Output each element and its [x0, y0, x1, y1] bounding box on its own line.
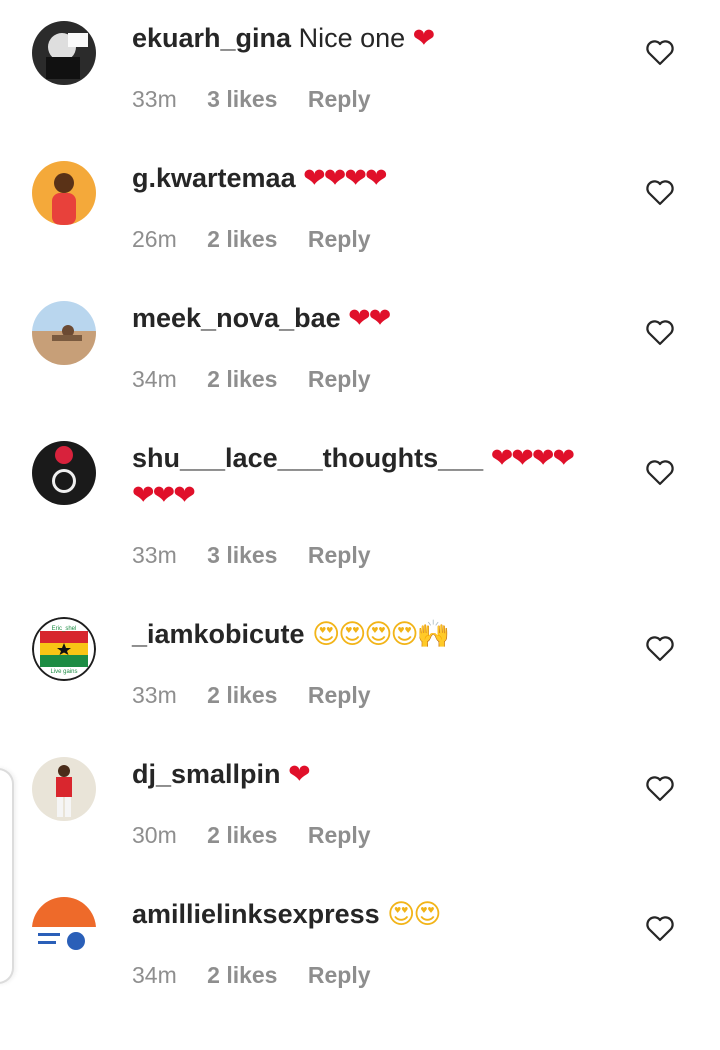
- avatar-photo-icon: [32, 441, 96, 505]
- avatar-text-bottom: Live gains: [50, 669, 77, 675]
- reply-button[interactable]: Reply: [308, 86, 371, 113]
- heart-emoji: ❤: [412, 23, 436, 54]
- heart-outline-icon[interactable]: [645, 774, 675, 802]
- heart-outline-icon[interactable]: [645, 634, 675, 662]
- comment-username[interactable]: dj_smallpin: [132, 759, 281, 789]
- reply-button[interactable]: Reply: [308, 542, 371, 569]
- avatar[interactable]: [32, 161, 96, 225]
- avatar-photo-icon: [32, 21, 96, 85]
- comment-likes[interactable]: 2 likes: [207, 226, 277, 253]
- avatar-photo-icon: [32, 301, 96, 365]
- comment-username[interactable]: meek_nova_bae: [132, 303, 341, 333]
- comment-meta: 30m 2 likes Reply: [132, 822, 371, 849]
- avatar[interactable]: [32, 301, 96, 365]
- comment-username[interactable]: g.kwartemaa: [132, 163, 296, 193]
- heart-emoji: ❤❤: [348, 303, 391, 334]
- comment-likes[interactable]: 2 likes: [207, 962, 277, 989]
- comment-meta: 26m 2 likes Reply: [132, 226, 371, 253]
- avatar[interactable]: Eric_shel Live gains: [32, 617, 96, 681]
- comment-username[interactable]: shu___lace___thoughts___: [132, 443, 483, 473]
- avatar[interactable]: [32, 897, 96, 961]
- avatar-photo-icon: [32, 757, 96, 821]
- avatar[interactable]: [32, 441, 96, 505]
- comment-meta: 34m 2 likes Reply: [132, 366, 371, 393]
- avatar-delivery-icon: [32, 897, 96, 961]
- comment-username[interactable]: amillielinksexpress: [132, 899, 380, 929]
- heart-eyes-emoji: 😍😍😍😍🙌: [312, 619, 450, 650]
- comment-text: Nice one: [298, 23, 406, 53]
- reply-button[interactable]: Reply: [308, 962, 371, 989]
- heart-emoji: ❤❤❤❤: [303, 163, 387, 194]
- reply-button[interactable]: Reply: [308, 822, 371, 849]
- heart-emoji: ❤: [288, 759, 311, 790]
- comment-time: 33m: [132, 682, 177, 708]
- avatar-flag-icon: Eric_shel Live gains: [32, 617, 96, 681]
- reply-button[interactable]: Reply: [308, 226, 371, 253]
- heart-eyes-emoji: 😍😍: [387, 899, 441, 930]
- avatar-text-top: Eric_shel: [52, 626, 77, 632]
- comment-username[interactable]: _iamkobicute: [132, 619, 305, 649]
- heart-outline-icon[interactable]: [645, 38, 675, 66]
- comment-meta: 33m 2 likes Reply: [132, 682, 371, 709]
- comment-likes[interactable]: 2 likes: [207, 682, 277, 709]
- reply-button[interactable]: Reply: [308, 682, 371, 709]
- heart-emoji: ❤❤❤: [132, 480, 196, 511]
- comment-meta: 34m 2 likes Reply: [132, 962, 371, 989]
- comment-time: 34m: [132, 962, 177, 988]
- heart-outline-icon[interactable]: [645, 458, 675, 486]
- avatar-photo-icon: [32, 161, 96, 225]
- comment-meta: 33m 3 likes Reply: [132, 542, 371, 569]
- comment-likes[interactable]: 2 likes: [207, 822, 277, 849]
- avatar[interactable]: [32, 757, 96, 821]
- comment-time: 34m: [132, 366, 177, 392]
- heart-outline-icon[interactable]: [645, 318, 675, 346]
- comment-time: 33m: [132, 542, 177, 568]
- comment-time: 26m: [132, 226, 177, 252]
- heart-emoji: ❤❤❤❤: [490, 443, 575, 474]
- avatar[interactable]: [32, 21, 96, 85]
- comment-likes[interactable]: 2 likes: [207, 366, 277, 393]
- comment-time: 30m: [132, 822, 177, 848]
- heart-outline-icon[interactable]: [645, 914, 675, 942]
- heart-outline-icon[interactable]: [645, 178, 675, 206]
- comment-likes[interactable]: 3 likes: [207, 542, 277, 569]
- reply-button[interactable]: Reply: [308, 366, 371, 393]
- comment-time: 33m: [132, 86, 177, 112]
- comment-likes[interactable]: 3 likes: [207, 86, 277, 113]
- edge-handle[interactable]: [0, 768, 14, 984]
- comment-meta: 33m 3 likes Reply: [132, 86, 371, 113]
- comment-username[interactable]: ekuarh_gina: [132, 23, 291, 53]
